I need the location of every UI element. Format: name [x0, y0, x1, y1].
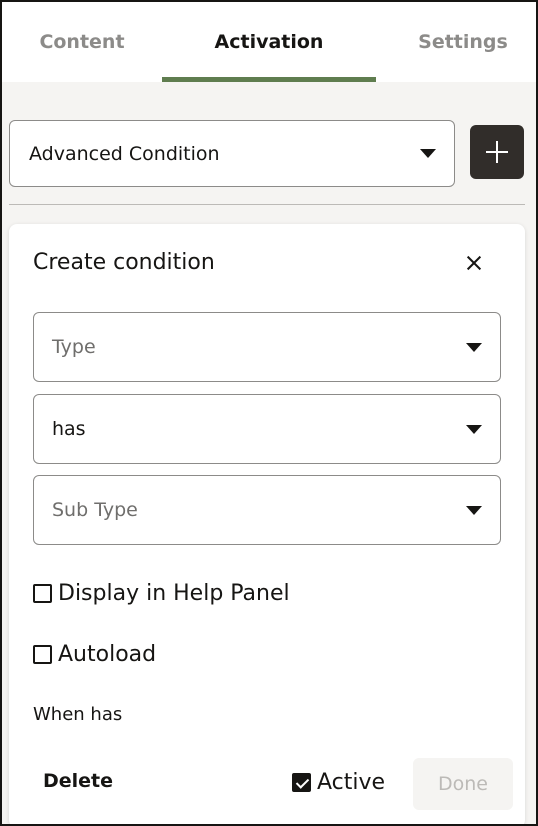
checkbox-icon: [33, 584, 52, 603]
operator-select[interactable]: has: [33, 394, 501, 464]
autoload-label: Autoload: [58, 642, 157, 667]
display-in-help-checkbox[interactable]: Display in Help Panel: [33, 581, 290, 606]
condition-type-value: Advanced Condition: [29, 142, 220, 165]
create-condition-card: Create condition Type has Sub Type Displ…: [9, 224, 525, 824]
subtype-select[interactable]: Sub Type: [33, 475, 501, 545]
condition-type-select[interactable]: Advanced Condition: [9, 120, 455, 187]
done-button[interactable]: Done: [413, 758, 513, 810]
checkbox-icon: [33, 645, 52, 664]
autoload-checkbox[interactable]: Autoload: [33, 642, 156, 667]
checkbox-checked-icon: [292, 773, 311, 792]
caret-down-icon: [466, 506, 482, 515]
type-select[interactable]: Type: [33, 312, 501, 382]
type-placeholder: Type: [52, 336, 96, 358]
tab-settings[interactable]: Settings: [376, 2, 536, 82]
tab-bar: Content Activation Settings: [2, 2, 536, 82]
active-checkbox[interactable]: Active: [292, 770, 385, 795]
caret-down-icon: [420, 149, 436, 158]
add-condition-button[interactable]: [470, 125, 524, 179]
close-icon[interactable]: [463, 252, 485, 274]
caret-down-icon: [466, 425, 482, 434]
display-in-help-label: Display in Help Panel: [58, 581, 290, 606]
delete-button[interactable]: Delete: [43, 770, 113, 796]
tab-activation[interactable]: Activation: [162, 2, 376, 82]
card-title: Create condition: [33, 250, 215, 275]
window: Content Activation Settings Advanced Con…: [0, 0, 538, 826]
plus-icon-vertical: [496, 141, 498, 163]
condition-summary: When has: [33, 704, 123, 725]
subtype-placeholder: Sub Type: [52, 499, 138, 521]
operator-value: has: [52, 418, 86, 440]
caret-down-icon: [466, 343, 482, 352]
divider: [9, 204, 525, 205]
active-label: Active: [317, 770, 386, 795]
tab-content[interactable]: Content: [2, 2, 162, 82]
